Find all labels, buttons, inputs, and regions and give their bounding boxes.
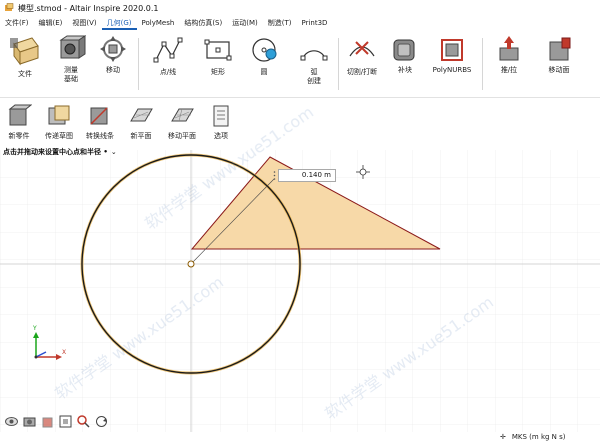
- menu-motion[interactable]: 运动(M): [227, 16, 263, 30]
- view-controls: [4, 410, 109, 432]
- window-title: 模型.stmod - Altair Inspire 2020.0.1: [18, 3, 159, 13]
- menu-edit[interactable]: 编辑(E): [34, 16, 68, 30]
- move-plane-icon: [171, 108, 194, 122]
- center-point: [187, 260, 195, 268]
- menu-print3d[interactable]: Print3D: [297, 16, 333, 30]
- svg-text:X: X: [62, 349, 66, 356]
- svg-text:Y: Y: [32, 325, 37, 332]
- sketch-subtoolbar: 新零件 传递草图 转换线条 新平面 移动平面 选项: [0, 103, 240, 145]
- move-face-icon: [549, 37, 571, 61]
- move-button[interactable]: 移动: [96, 34, 130, 96]
- view-cube-icon[interactable]: [40, 414, 55, 429]
- new-part-button[interactable]: 新零件: [2, 103, 36, 145]
- circle-icon: [252, 38, 277, 62]
- dimension-input[interactable]: 0.140 m: [278, 169, 336, 182]
- arc-icon: [300, 50, 328, 61]
- convert-lines-button[interactable]: 转换线条: [82, 103, 118, 145]
- measure-icon: [59, 35, 86, 59]
- file-icon: [10, 37, 39, 66]
- move-icon: [100, 36, 126, 62]
- menu-file[interactable]: 文件(F): [0, 16, 34, 30]
- menu-structure[interactable]: 结构仿真(S): [179, 16, 227, 30]
- input-grip-icon[interactable]: [272, 170, 277, 181]
- move-plane-button[interactable]: 移动平面: [162, 103, 202, 145]
- options-button[interactable]: 选项: [206, 103, 236, 145]
- trim-button[interactable]: 切割/打断: [342, 34, 382, 96]
- patch-icon: [393, 39, 415, 61]
- menu-bar: 文件(F) 编辑(E) 视图(V) 几何(G) PolyMesh 结构仿真(S)…: [0, 16, 600, 30]
- circle-button[interactable]: 圆: [246, 34, 282, 96]
- convert-lines-icon: [90, 107, 108, 125]
- units-selector[interactable]: MKS (m kg N s): [512, 433, 566, 441]
- rotate-view-icon[interactable]: [94, 414, 109, 429]
- point-line-icon: [153, 37, 183, 63]
- file-button[interactable]: 文件: [6, 34, 44, 96]
- options-icon: [213, 105, 229, 127]
- app-logo-icon: [5, 3, 14, 11]
- pass-sketch-button[interactable]: 传递草图: [40, 103, 78, 145]
- point-line-button[interactable]: 点/线: [150, 34, 186, 96]
- new-plane-button[interactable]: 新平面: [124, 103, 158, 145]
- zoom-icon[interactable]: [76, 414, 91, 429]
- move-face-button[interactable]: 移动面: [540, 34, 578, 96]
- polynurbs-icon: [441, 39, 463, 61]
- camera-icon[interactable]: [22, 414, 37, 429]
- menu-polymesh[interactable]: PolyMesh: [137, 16, 180, 30]
- polynurbs-button[interactable]: PolyNURBS: [430, 34, 474, 96]
- patch-button[interactable]: 补块: [388, 34, 422, 96]
- menu-view[interactable]: 视图(V): [67, 16, 101, 30]
- measure-button[interactable]: 测量 基础: [54, 34, 88, 96]
- snap-crosshair-icon[interactable]: ✛: [500, 433, 506, 441]
- rectangle-button[interactable]: 矩形: [200, 34, 236, 96]
- push-pull-icon: [499, 36, 519, 61]
- menu-manufacture[interactable]: 制造(T): [263, 16, 297, 30]
- trim-icon: [349, 41, 375, 57]
- chevron-down-icon[interactable]: ⌄: [111, 148, 117, 156]
- new-part-icon: [8, 104, 32, 126]
- arc-button[interactable]: 弧 创建: [296, 34, 332, 96]
- push-pull-button[interactable]: 推/拉: [492, 34, 526, 96]
- ribbon-toolbar: 文件 测量 基础 移动 点/线 矩形 圆 弧 创建 切割/打断 补块 PolyN…: [0, 30, 600, 98]
- menu-geometry[interactable]: 几何(G): [101, 16, 137, 30]
- instruction-hint: 点击并拖动来设置中心点和半径 • ⌄: [3, 148, 117, 156]
- title-bar: 模型.stmod - Altair Inspire 2020.0.1: [0, 0, 600, 16]
- rectangle-icon: [204, 39, 232, 61]
- fit-view-icon[interactable]: [58, 414, 73, 429]
- new-plane-icon: [130, 108, 153, 122]
- eye-icon[interactable]: [4, 414, 19, 429]
- pass-sketch-icon: [48, 105, 70, 125]
- status-bar: ✛ MKS (m kg N s): [500, 431, 600, 443]
